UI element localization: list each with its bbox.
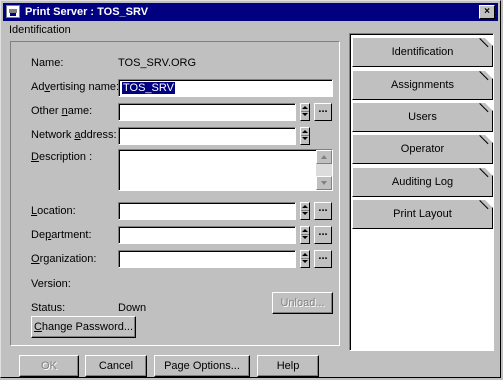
network-address-label: Network address: (31, 129, 117, 141)
tab-operator[interactable]: Operator (352, 134, 493, 164)
other-name-browse-button[interactable]: ... (314, 103, 332, 121)
organization-label: Organization: (31, 253, 97, 265)
department-label: Department: (31, 229, 92, 241)
advertising-name-text: TOS_SRV (122, 82, 175, 94)
description-label: Description : (31, 151, 93, 163)
scroll-up-arrow-icon[interactable] (316, 150, 332, 164)
other-name-label: Other name: (31, 105, 93, 117)
page-options-button[interactable]: Page Options... (154, 355, 250, 377)
print-server-icon[interactable] (6, 5, 20, 18)
network-address-input[interactable] (118, 127, 296, 145)
location-spin-arrows-icon[interactable] (300, 202, 310, 220)
title-bar[interactable]: Print Server : TOS_SRV × (3, 3, 498, 21)
tab-auditing-log[interactable]: Auditing Log (352, 167, 493, 197)
organization-browse-button[interactable]: ... (314, 250, 332, 268)
status-label: Status: (31, 302, 66, 314)
advertising-name-input[interactable]: TOS_SRV (118, 79, 333, 97)
organization-spin-arrows-icon[interactable] (300, 250, 310, 268)
network-address-spin-arrows-icon[interactable] (300, 127, 310, 145)
department-input[interactable] (118, 226, 296, 244)
organization-input[interactable] (118, 250, 296, 268)
window-title: Print Server : TOS_SRV (25, 6, 149, 18)
name-value: TOS_SRV.ORG (118, 57, 197, 69)
description-scrollbar[interactable] (316, 150, 332, 190)
unload-button[interactable]: Unload... (272, 292, 333, 314)
tab-print-layout[interactable]: Print Layout (352, 199, 493, 229)
department-spin-arrows-icon[interactable] (300, 226, 310, 244)
version-label: Version: (31, 278, 71, 290)
department-browse-button[interactable]: ... (314, 226, 332, 244)
print-server-dialog: Print Server : TOS_SRV × Identification … (0, 0, 501, 378)
other-name-spin-arrows-icon[interactable] (300, 103, 310, 121)
close-button[interactable]: × (479, 5, 495, 19)
status-value: Down (118, 302, 147, 314)
scroll-down-arrow-icon[interactable] (316, 176, 332, 190)
location-label: Location: (31, 205, 76, 217)
tab-users[interactable]: Users (352, 102, 493, 132)
change-password-button[interactable]: Change Password... (31, 316, 136, 338)
location-input[interactable] (118, 202, 296, 220)
ok-button[interactable]: OK (19, 355, 79, 377)
other-name-input[interactable] (118, 103, 296, 121)
location-browse-button[interactable]: ... (314, 202, 332, 220)
group-label: Identification (9, 24, 71, 36)
advertising-name-label: Advertising name: (31, 81, 120, 93)
cancel-button[interactable]: Cancel (85, 355, 147, 377)
help-button[interactable]: Help (257, 355, 319, 377)
tab-assignments[interactable]: Assignments (352, 70, 493, 100)
tab-identification[interactable]: Identification (352, 37, 493, 67)
name-label: Name: (31, 57, 64, 69)
description-textarea[interactable] (118, 149, 333, 191)
